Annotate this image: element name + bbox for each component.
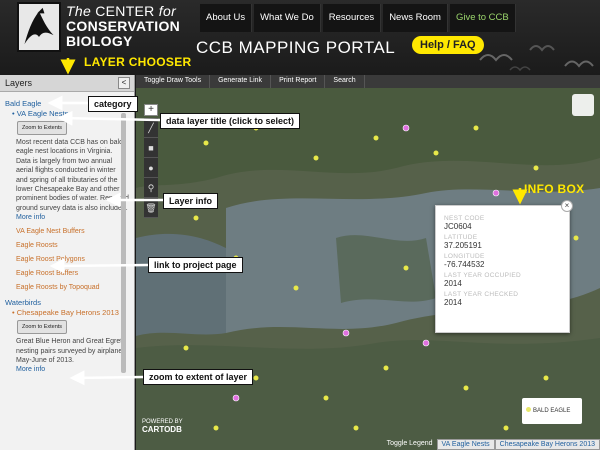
draw-marker-icon[interactable]: ⚲ xyxy=(144,178,158,198)
map-legend: BALD EAGLE xyxy=(522,398,582,424)
cartodb-attribution[interactable]: POWERED BY CARTODB xyxy=(142,419,183,435)
tab-chesapeake-herons[interactable]: Chesapeake Bay Herons 2013 xyxy=(494,439,600,450)
info-field-value: 37.205191 xyxy=(444,241,482,250)
info-field-label: LATITUDE xyxy=(444,234,478,241)
info-field-label: NEST CODE xyxy=(444,215,485,222)
nav-about-us[interactable]: About Us xyxy=(200,4,253,32)
legend-dot-icon xyxy=(526,407,531,412)
category-waterbirds[interactable]: Waterbirds xyxy=(5,298,129,308)
zoom-to-extents-button-2[interactable]: Zoom to Extents xyxy=(17,320,68,335)
basemap-layers-icon[interactable] xyxy=(572,94,594,116)
layer-tabs: Toggle Legend VA Eagle Nests Chesapeake … xyxy=(383,439,600,450)
print-report-button[interactable]: Print Report xyxy=(271,75,326,88)
ccb-logo[interactable] xyxy=(17,2,61,52)
eagle-icon xyxy=(19,4,59,50)
more-info-link[interactable]: More info xyxy=(16,213,129,223)
birds-decoration-icon xyxy=(479,45,594,72)
info-field-value: -76.744532 xyxy=(444,260,485,269)
nav-what-we-do[interactable]: What We Do xyxy=(254,4,321,32)
data-layer-title-callout: data layer title (click to select) xyxy=(160,113,301,129)
nav-give[interactable]: Give to CCB xyxy=(449,4,516,32)
info-field-value: 2014 xyxy=(444,279,462,288)
map-toolbar: Toggle Draw Tools Generate Link Print Re… xyxy=(136,75,600,88)
org-name[interactable]: The CENTER for CONSERVATION BIOLOGY xyxy=(66,4,180,49)
toggle-legend-button[interactable]: Toggle Legend xyxy=(383,439,437,450)
info-box: × NEST CODE JC0604 LATITUDE 37.205191 LO… xyxy=(435,200,573,333)
nav-news-room[interactable]: News Room xyxy=(383,4,448,32)
collapse-panel-button[interactable]: < xyxy=(118,77,130,89)
nav-resources[interactable]: Resources xyxy=(322,4,382,32)
search-button[interactable]: Search xyxy=(325,75,365,88)
close-icon[interactable]: × xyxy=(561,200,573,212)
draw-rectangle-icon[interactable]: ■ xyxy=(144,138,158,158)
layer-info-callout: Layer info xyxy=(163,193,219,209)
layer-info-text-2: Great Blue Heron and Great Egret nesting… xyxy=(16,338,123,365)
info-field-value: JC0604 xyxy=(444,222,472,231)
more-info-link-2[interactable]: More info xyxy=(16,365,129,375)
layers-panel: Layers < Bald Eagle • VA Eagle Nests Zoo… xyxy=(0,75,135,450)
layers-panel-title: Layers xyxy=(5,78,33,88)
layer-eagle-roosts-topoquad[interactable]: Eagle Roosts by Topoquad xyxy=(16,283,129,293)
legend-label: BALD EAGLE xyxy=(533,408,571,414)
layer-eagle-roosts[interactable]: Eagle Roosts xyxy=(16,241,129,251)
category-callout: category xyxy=(88,96,138,112)
info-field-label: LONGITUDE xyxy=(444,253,485,260)
draw-tools-bar: ╱ ■ ● ⚲ 🗑 xyxy=(144,118,158,218)
info-field-label: LAST YEAR CHECKED xyxy=(444,291,519,298)
delete-drawing-icon[interactable]: 🗑 xyxy=(144,198,158,218)
tab-va-eagle-nests[interactable]: VA Eagle Nests xyxy=(436,439,495,450)
panel-scrollbar[interactable] xyxy=(121,113,126,373)
link-to-project-callout: link to project page xyxy=(148,257,243,273)
info-box-annotation: INFO BOX xyxy=(524,182,585,196)
layer-chesapeake-herons[interactable]: • Chesapeake Bay Herons 2013 xyxy=(12,308,129,318)
layer-eagle-nest-buffers[interactable]: VA Eagle Nest Buffers xyxy=(16,227,129,237)
zoom-to-extents-button[interactable]: Zoom to Extents xyxy=(17,121,68,135)
draw-polyline-icon[interactable]: ╱ xyxy=(144,118,158,138)
info-field-label: LAST YEAR OCCUPIED xyxy=(444,272,522,279)
generate-link-button[interactable]: Generate Link xyxy=(210,75,272,88)
layer-eagle-roost-polygons[interactable]: Eagle Roost Polygons xyxy=(16,255,129,265)
zoom-in-button[interactable]: + xyxy=(144,104,158,116)
zoom-extent-callout: zoom to extent of layer xyxy=(143,369,254,385)
draw-circle-icon[interactable]: ● xyxy=(144,158,158,178)
main-nav: About Us What We Do Resources News Room … xyxy=(200,4,516,32)
layers-panel-header: Layers < xyxy=(0,75,134,92)
portal-title: CCB MAPPING PORTAL xyxy=(196,38,396,57)
layers-list: Bald Eagle • VA Eagle Nests Zoom to Exte… xyxy=(0,92,134,377)
layer-chooser-annotation: LAYER CHOOSER xyxy=(84,55,192,69)
toggle-draw-tools-button[interactable]: Toggle Draw Tools xyxy=(136,75,211,88)
info-field-value: 2014 xyxy=(444,298,462,307)
layer-info-text: Most recent data CCB has on bald eagle n… xyxy=(16,139,129,212)
layer-eagle-roost-buffers[interactable]: Eagle Roost Buffers xyxy=(16,269,129,279)
